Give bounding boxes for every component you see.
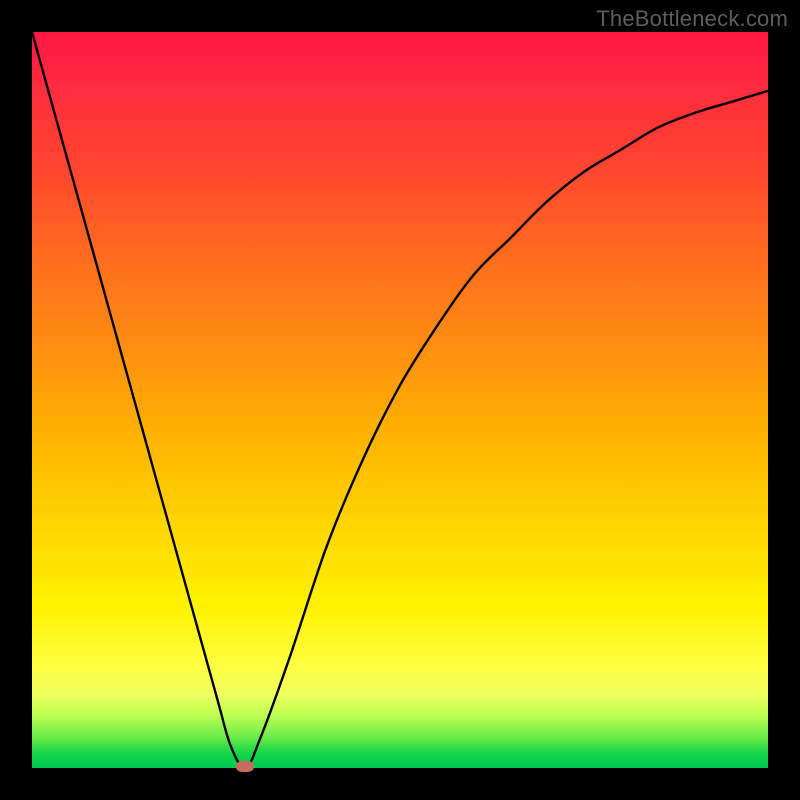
gradient-plot-area [32, 32, 768, 768]
bottleneck-curve [32, 32, 768, 768]
chart-frame: TheBottleneck.com [0, 0, 800, 800]
watermark-text: TheBottleneck.com [596, 6, 788, 32]
curve-path [32, 32, 768, 768]
minimum-marker [236, 761, 254, 772]
